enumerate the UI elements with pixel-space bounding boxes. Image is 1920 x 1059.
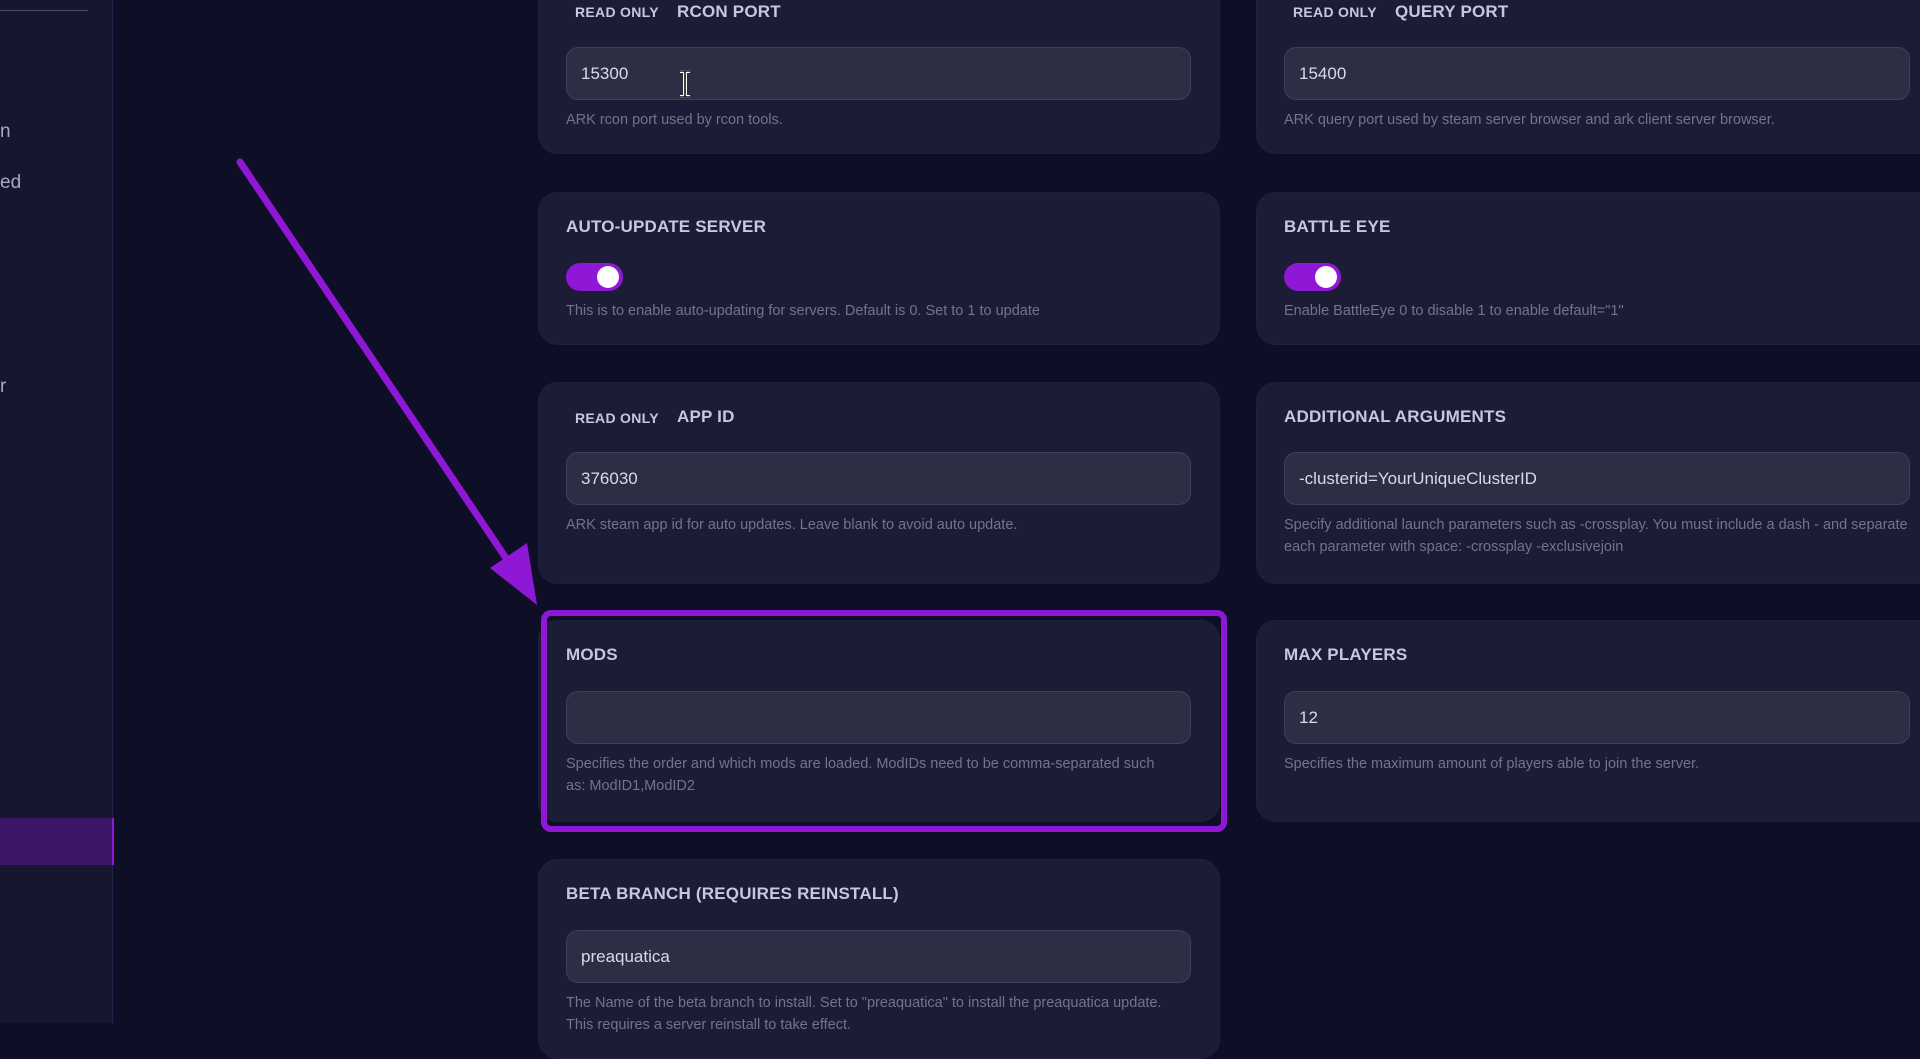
auto-update-label: AUTO-UPDATE SERVER: [566, 217, 767, 236]
mods-card: MODS Specifies the order and which mods …: [538, 620, 1220, 822]
rcon-port-card: READ ONLY RCON PORT ARK rcon port used b…: [538, 0, 1220, 154]
toggle-knob: [597, 266, 619, 288]
rcon-port-help: ARK rcon port used by rcon tools.: [566, 112, 783, 128]
beta-branch-label: BETA BRANCH (REQUIRES REINSTALL): [566, 884, 899, 903]
auto-update-help: This is to enable auto-updating for serv…: [566, 303, 1040, 319]
query-port-help: ARK query port used by steam server brow…: [1284, 112, 1775, 128]
max-players-input[interactable]: [1284, 691, 1910, 744]
query-port-label: QUERY PORT: [1395, 2, 1509, 21]
auto-update-card: AUTO-UPDATE SERVER This is to enable aut…: [538, 192, 1220, 345]
rcon-port-input[interactable]: [566, 47, 1191, 100]
sidebar-item-active[interactable]: [0, 818, 114, 865]
battle-eye-toggle[interactable]: [1284, 263, 1341, 291]
toggle-knob: [1315, 266, 1337, 288]
mods-help: Specifies the order and which mods are l…: [566, 756, 1155, 794]
additional-arguments-input[interactable]: [1284, 452, 1910, 505]
additional-arguments-label: ADDITIONAL ARGUMENTS: [1284, 407, 1507, 426]
rcon-port-label: RCON PORT: [677, 2, 781, 21]
app-id-input[interactable]: [566, 452, 1191, 505]
additional-arguments-help: Specify additional launch parameters suc…: [1284, 517, 1908, 555]
max-players-label: MAX PLAYERS: [1284, 645, 1408, 664]
sidebar-item-label[interactable]: n: [0, 121, 11, 143]
app-id-label: APP ID: [677, 407, 735, 426]
read-only-tag: READ ONLY: [575, 4, 659, 20]
sidebar-item-label[interactable]: ed: [0, 172, 21, 194]
sidebar: n ed r: [0, 0, 114, 1023]
read-only-tag: READ ONLY: [1293, 4, 1377, 20]
query-port-input[interactable]: [1284, 47, 1910, 100]
battle-eye-label: BATTLE EYE: [1284, 217, 1391, 236]
sidebar-item-label[interactable]: r: [0, 376, 6, 398]
max-players-help: Specifies the maximum amount of players …: [1284, 756, 1700, 772]
additional-arguments-card: ADDITIONAL ARGUMENTS Specify additional …: [1256, 382, 1920, 584]
beta-branch-help: The Name of the beta branch to install. …: [566, 995, 1162, 1033]
mods-label: MODS: [566, 645, 618, 664]
battle-eye-card: BATTLE EYE Enable BattleEye 0 to disable…: [1256, 192, 1920, 345]
mods-input[interactable]: [566, 691, 1191, 744]
app-id-card: READ ONLY APP ID ARK steam app id for au…: [538, 382, 1220, 584]
beta-branch-input[interactable]: [566, 930, 1191, 983]
battle-eye-help: Enable BattleEye 0 to disable 1 to enabl…: [1284, 303, 1624, 319]
app-id-help: ARK steam app id for auto updates. Leave…: [566, 517, 1018, 533]
sidebar-divider: [0, 10, 88, 11]
max-players-card: MAX PLAYERS Specifies the maximum amount…: [1256, 620, 1920, 822]
auto-update-toggle[interactable]: [566, 263, 623, 291]
read-only-tag: READ ONLY: [575, 410, 659, 426]
query-port-card: READ ONLY QUERY PORT ARK query port used…: [1256, 0, 1920, 154]
beta-branch-card: BETA BRANCH (REQUIRES REINSTALL) The Nam…: [538, 859, 1220, 1059]
